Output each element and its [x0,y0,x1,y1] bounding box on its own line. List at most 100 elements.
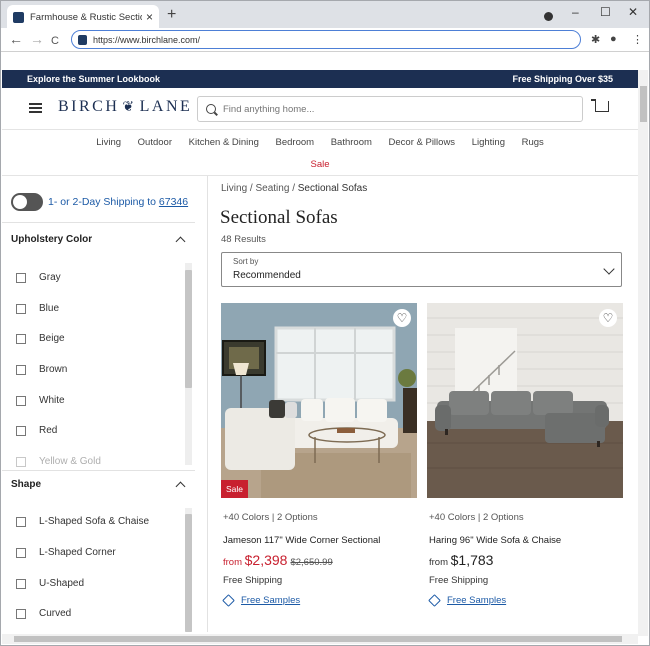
account-icon[interactable]: ● [610,33,617,45]
window-maximize-button[interactable]: ☐ [600,5,611,19]
leaf-icon: ❦ [122,99,137,115]
filter-option-gray[interactable]: Gray [16,272,61,283]
back-button[interactable]: ← [9,31,23,47]
price-was: $2,650.99 [290,557,333,568]
reload-button[interactable]: C [51,33,59,49]
fast-shipping-toggle[interactable] [11,193,43,211]
free-samples-label[interactable]: Free Samples [447,595,506,606]
product-name[interactable]: Jameson 117" Wide Corner Sectional [223,535,380,546]
profile-indicator-icon[interactable] [544,12,553,21]
shipping-filter-label[interactable]: 1- or 2-Day Shipping to 67346 [48,196,188,208]
nav-lighting[interactable]: Lighting [472,137,505,148]
new-tab-button[interactable]: + [167,7,176,23]
puzzle-icon[interactable]: ✱ [591,33,600,46]
price-from: from [223,557,242,568]
checkbox[interactable] [16,395,26,406]
sort-label: Sort by [233,257,259,266]
option-label: Brown [39,364,68,375]
free-samples-link[interactable]: Free Samples [428,594,506,607]
menu-icon[interactable] [29,103,42,113]
window-close-button[interactable]: ✕ [628,5,638,19]
checkbox[interactable] [16,608,26,619]
shipping-zip-link[interactable]: 67346 [159,196,188,208]
option-label: Red [39,425,58,436]
checkbox[interactable] [16,333,26,344]
logo-text-right: LANE [139,98,193,115]
collapse-chevron-icon[interactable] [175,481,186,492]
nav-decor-pillows[interactable]: Decor & Pillows [389,137,456,148]
product-name[interactable]: Haring 96" Wide Sofa & Chaise [429,535,561,546]
filter-option-beige[interactable]: Beige [16,333,65,344]
checkbox[interactable] [16,364,26,375]
browser-menu-icon[interactable]: ⋮ [632,33,643,46]
filter-option-l-shaped-corner[interactable]: L-Shaped Corner [16,547,116,558]
favorite-heart-icon[interactable]: ♡ [393,309,411,327]
collapse-chevron-icon[interactable] [175,236,186,247]
free-shipping-link[interactable]: Free Shipping Over $35 [512,74,613,84]
sort-dropdown[interactable]: Sort by Recommended [221,252,622,287]
filter-option-yellow-gold[interactable]: Yellow & Gold [16,456,101,467]
browser-toolbar: ← → C https://www.birchlane.com/ ✱ ● ⋮ [0,28,650,52]
checkbox[interactable] [16,547,26,558]
page-horizontal-scrollbar[interactable] [2,634,638,644]
checkbox[interactable] [16,272,26,283]
option-label: Gray [39,272,61,283]
lookbook-link[interactable]: Explore the Summer Lookbook [27,74,160,84]
checkbox[interactable] [16,456,26,467]
site-favicon-icon [13,11,24,23]
checkbox[interactable] [16,425,26,436]
product-image-haring[interactable]: ♡ [427,303,623,498]
free-samples-link[interactable]: Free Samples [222,594,300,607]
nav-rugs[interactable]: Rugs [522,137,544,148]
birch-lane-logo[interactable]: BIRCH ❦ LANE [58,98,192,116]
page-vertical-scrollbar[interactable] [638,70,648,636]
option-label: Yellow & Gold [39,456,101,467]
filter-option-curved[interactable]: Curved [16,608,71,619]
product-shipping: Free Shipping [223,575,283,586]
sofa-photo-gray-chaise [427,303,623,498]
forward-button[interactable]: → [30,31,44,47]
breadcrumb-living[interactable]: Living [221,183,247,194]
product-price: from $1,783 [429,552,493,568]
cart-icon[interactable] [591,99,609,112]
window-minimize-button[interactable]: – [572,5,579,19]
shape-filter-scroll-thumb[interactable] [185,514,192,632]
free-samples-label[interactable]: Free Samples [241,595,300,606]
filter-option-red[interactable]: Red [16,425,57,436]
color-filter-scroll-thumb[interactable] [185,270,192,388]
filter-option-brown[interactable]: Brown [16,364,67,375]
option-label: L-Shaped Corner [39,547,116,558]
nav-kitchen-dining[interactable]: Kitchen & Dining [189,137,259,148]
search-bar[interactable] [197,96,583,122]
browser-tab[interactable]: Farmhouse & Rustic Sectional Sofas × [7,5,159,29]
price-current: $2,398 [244,552,288,568]
filter-option-l-shaped-sofa-chaise[interactable]: L-Shaped Sofa & Chaise [16,516,149,527]
upholstery-color-heading[interactable]: Upholstery Color [11,234,92,245]
option-label: White [39,395,65,406]
nav-living[interactable]: Living [96,137,121,148]
tag-icon [428,594,441,607]
filter-option-blue[interactable]: Blue [16,303,59,314]
horizontal-scroll-thumb[interactable] [14,636,622,642]
checkbox[interactable] [16,516,26,527]
favorite-heart-icon[interactable]: ♡ [599,309,617,327]
checkbox[interactable] [16,303,26,314]
nav-bathroom[interactable]: Bathroom [331,137,372,148]
page-scroll-thumb[interactable] [640,86,647,122]
search-input[interactable] [223,103,563,115]
page-title: Sectional Sofas [220,207,338,228]
breadcrumb-seating[interactable]: Seating [255,183,289,194]
sofa-photo-white-sectional [221,303,417,498]
filter-option-u-shaped[interactable]: U-Shaped [16,578,84,589]
shape-heading[interactable]: Shape [11,479,41,490]
checkbox[interactable] [16,578,26,589]
nav-bedroom[interactable]: Bedroom [276,137,315,148]
tab-close-icon[interactable]: × [146,10,153,24]
product-image-jameson[interactable]: ♡ Sale [221,303,417,498]
nav-sale[interactable]: Sale [2,159,638,170]
site-security-icon [78,34,87,45]
panel-divider [207,176,208,632]
address-bar[interactable]: https://www.birchlane.com/ [71,30,581,49]
filter-option-white[interactable]: White [16,395,65,406]
nav-outdoor[interactable]: Outdoor [138,137,172,148]
